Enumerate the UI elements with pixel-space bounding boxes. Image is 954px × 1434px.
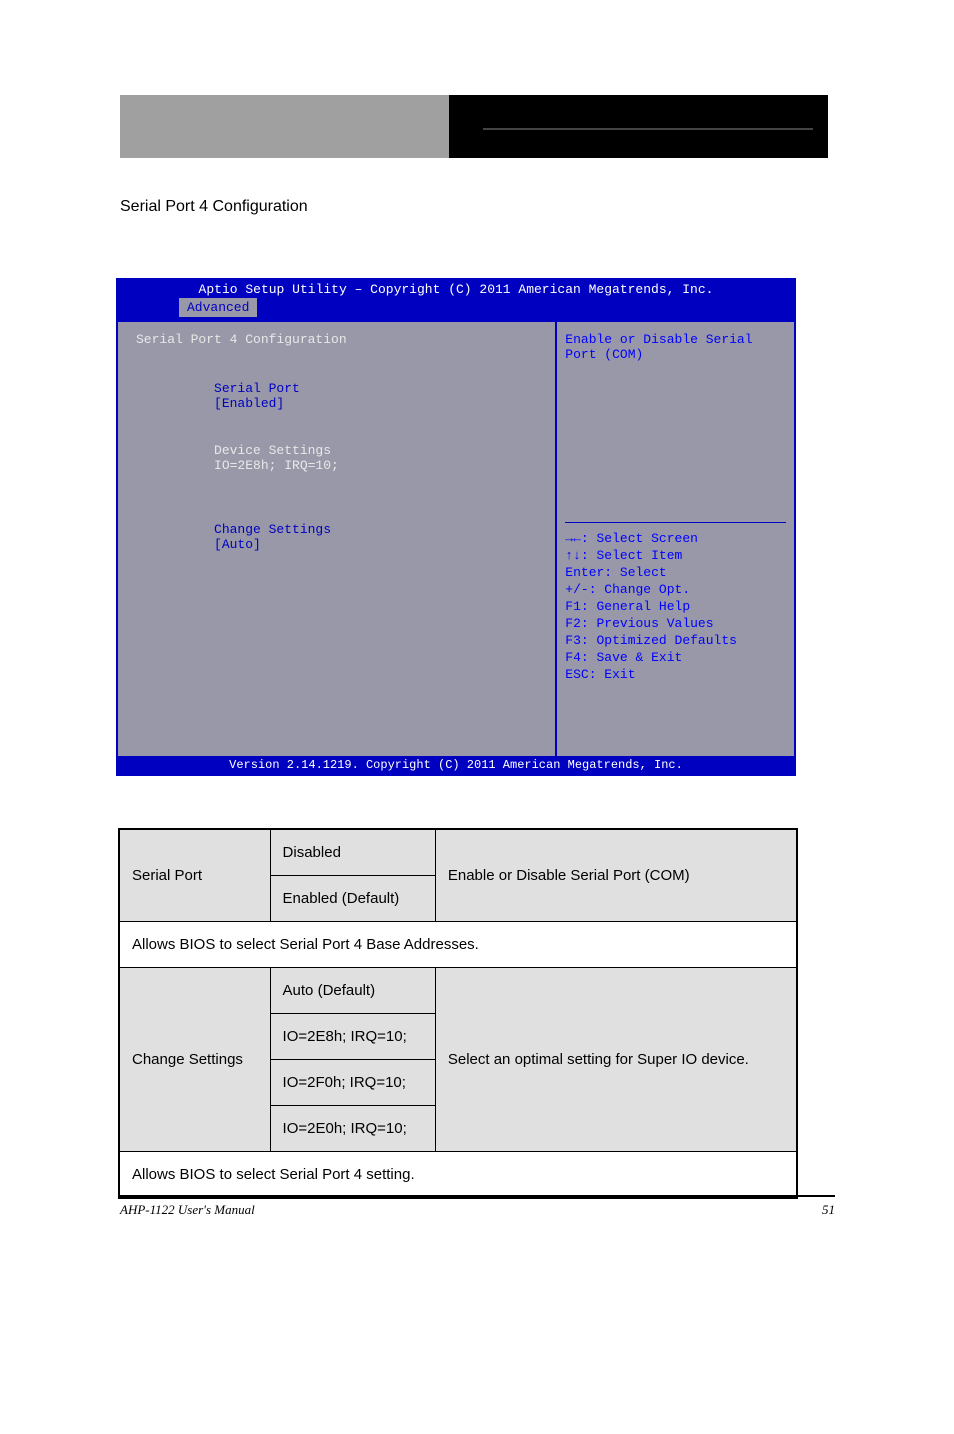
page-footer-line <box>120 1195 835 1197</box>
setting-change-settings[interactable]: Change Settings [Auto] <box>136 507 537 567</box>
footer-page-number: 51 <box>822 1202 835 1218</box>
setting-serial-port[interactable]: Serial Port [Enabled] <box>136 366 537 426</box>
key-hint: Enter: Select <box>565 565 786 580</box>
header-grey-block <box>120 95 449 158</box>
bios-main-heading: Serial Port 4 Configuration <box>136 332 537 347</box>
bios-title: Aptio Setup Utility – Copyright (C) 2011… <box>118 280 794 297</box>
setting-label: Device Settings <box>214 443 454 458</box>
section-title: Serial Port 4 Configuration <box>120 198 308 216</box>
setting-value: [Enabled] <box>214 396 284 411</box>
key-hint: +/-: Change Opt. <box>565 582 786 597</box>
header-black-block <box>449 95 828 158</box>
table-cell: Select an optimal setting for Super IO d… <box>435 968 796 1152</box>
key-hint: F1: General Help <box>565 599 786 614</box>
key-hint: F3: Optimized Defaults <box>565 633 786 648</box>
key-hint: →←: Select Screen <box>565 531 786 546</box>
footer-manual-name: AHP-1122 User's Manual <box>120 1202 255 1218</box>
table-cell: IO=2F0h; IRQ=10; <box>270 1060 435 1106</box>
table-cell: Enabled (Default) <box>270 876 435 922</box>
bios-screenshot: Aptio Setup Utility – Copyright (C) 2011… <box>116 278 796 776</box>
key-hint: F4: Save & Exit <box>565 650 786 665</box>
bios-side-panel: Enable or Disable Serial Port (COM) →←: … <box>557 322 794 756</box>
key-hint: ↑↓: Select Item <box>565 548 786 563</box>
table-cell: Change Settings <box>120 968 271 1152</box>
bios-main-panel: Serial Port 4 Configuration Serial Port … <box>118 322 557 756</box>
key-hint: ESC: Exit <box>565 667 786 682</box>
page-header-bar <box>120 95 835 158</box>
table-cell: Enable or Disable Serial Port (COM) <box>435 830 796 922</box>
setting-value: [Auto] <box>214 537 261 552</box>
setting-label: Change Settings <box>214 522 454 537</box>
setting-device-settings: Device Settings IO=2E8h; IRQ=10; <box>136 428 537 488</box>
help-text: Enable or Disable Serial Port (COM) <box>565 332 786 362</box>
settings-table: Serial Port Disabled Enable or Disable S… <box>118 828 798 1199</box>
table-cell: Auto (Default) <box>270 968 435 1014</box>
table-cell: Allows BIOS to select Serial Port 4 sett… <box>120 1152 797 1198</box>
setting-value: IO=2E8h; IRQ=10; <box>214 458 339 473</box>
setting-label: Serial Port <box>214 381 454 396</box>
table-cell: Allows BIOS to select Serial Port 4 Base… <box>120 922 797 968</box>
table-cell: IO=2E8h; IRQ=10; <box>270 1014 435 1060</box>
key-hint: F2: Previous Values <box>565 616 786 631</box>
table-cell: Disabled <box>270 830 435 876</box>
page-footer: AHP-1122 User's Manual 51 <box>120 1202 835 1218</box>
bios-footer: Version 2.14.1219. Copyright (C) 2011 Am… <box>118 756 794 776</box>
table-cell: Serial Port <box>120 830 271 922</box>
table-cell: IO=2E0h; IRQ=10; <box>270 1106 435 1152</box>
bios-tab-advanced[interactable]: Advanced <box>178 297 258 317</box>
header-underline <box>483 128 813 130</box>
bios-header: Aptio Setup Utility – Copyright (C) 2011… <box>118 280 794 322</box>
